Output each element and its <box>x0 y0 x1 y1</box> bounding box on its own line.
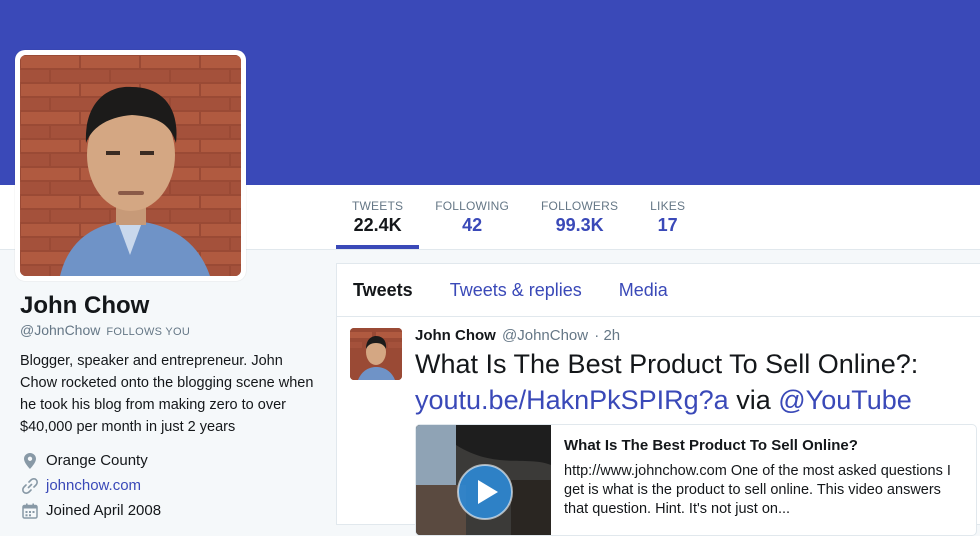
tweet-avatar[interactable] <box>350 328 402 380</box>
profile-avatar[interactable] <box>15 50 246 281</box>
card-title: What Is The Best Product To Sell Online? <box>564 437 858 454</box>
tweet-via: via <box>736 385 771 415</box>
profile-card: John Chow @JohnChow FOLLOWS YOU Blogger, … <box>20 292 320 523</box>
location-pin-icon <box>22 452 38 469</box>
stat-following[interactable]: FOLLOWING 42 <box>419 185 525 249</box>
timeline-tabs: Tweets Tweets & replies Media <box>337 264 980 317</box>
tab-media[interactable]: Media <box>619 280 668 301</box>
avatar-photo <box>20 55 241 276</box>
stat-value: 17 <box>657 215 678 235</box>
video-thumbnail[interactable] <box>416 425 551 535</box>
link-icon <box>22 477 38 494</box>
joined-row: Joined April 2008 <box>20 498 320 523</box>
calendar-icon <box>22 503 38 519</box>
website-link[interactable]: johnchow.com <box>46 477 141 494</box>
card-body: What Is The Best Product To Sell Online?… <box>564 437 964 519</box>
website-row: johnchow.com <box>20 473 320 498</box>
handle-row: @JohnChow FOLLOWS YOU <box>20 322 320 338</box>
tweet-mention[interactable]: @YouTube <box>778 385 912 415</box>
tweet-author-name[interactable]: John Chow <box>415 327 496 344</box>
profile-name[interactable]: John Chow <box>20 292 320 320</box>
stat-followers[interactable]: FOLLOWERS 99.3K <box>525 185 634 249</box>
stat-value: 99.3K <box>555 215 604 235</box>
stat-value: 42 <box>462 215 483 235</box>
tweet-text-plain: What Is The Best Product To Sell Online?… <box>415 349 919 379</box>
stat-likes[interactable]: LIKES 17 <box>634 185 701 249</box>
tweet-author-handle[interactable]: @JohnChow <box>502 327 588 344</box>
tweet-header: John Chow @JohnChow · 2h <box>415 327 980 344</box>
play-icon <box>457 464 513 520</box>
stat-label: LIKES <box>650 199 686 213</box>
stat-value: 22.4K <box>353 215 402 235</box>
profile-meta: Orange County johnchow.com Joined April … <box>20 448 320 523</box>
stat-label: FOLLOWERS <box>541 199 619 213</box>
card-description: http://www.johnchow.com One of the most … <box>564 463 951 517</box>
joined-text: Joined April 2008 <box>46 502 162 519</box>
stat-label: FOLLOWING <box>435 199 510 213</box>
profile-stats: TWEETS 22.4K FOLLOWING 42 FOLLOWERS 99.3… <box>336 185 701 249</box>
follows-you-badge: FOLLOWS YOU <box>106 326 191 338</box>
tab-tweets[interactable]: Tweets <box>353 280 413 301</box>
tweet-timestamp[interactable]: · 2h <box>594 327 620 344</box>
tweet[interactable]: John Chow @JohnChow · 2h What Is The Bes… <box>337 317 980 418</box>
profile-bio: Blogger, speaker and entrepreneur. John … <box>20 353 314 435</box>
stat-label: TWEETS <box>352 199 404 213</box>
profile-handle[interactable]: @JohnChow <box>20 322 100 338</box>
tweet-link[interactable]: youtu.be/HaknPkSPIRg?a <box>415 385 729 415</box>
tab-tweets-replies[interactable]: Tweets & replies <box>450 280 582 301</box>
stat-tweets[interactable]: TWEETS 22.4K <box>336 185 420 249</box>
link-card[interactable]: What Is The Best Product To Sell Online?… <box>415 424 977 536</box>
location-text: Orange County <box>46 452 148 469</box>
tweet-text: What Is The Best Product To Sell Online?… <box>415 346 980 418</box>
timeline: Tweets Tweets & replies Media John Chow … <box>336 263 980 536</box>
location-row: Orange County <box>20 448 320 473</box>
